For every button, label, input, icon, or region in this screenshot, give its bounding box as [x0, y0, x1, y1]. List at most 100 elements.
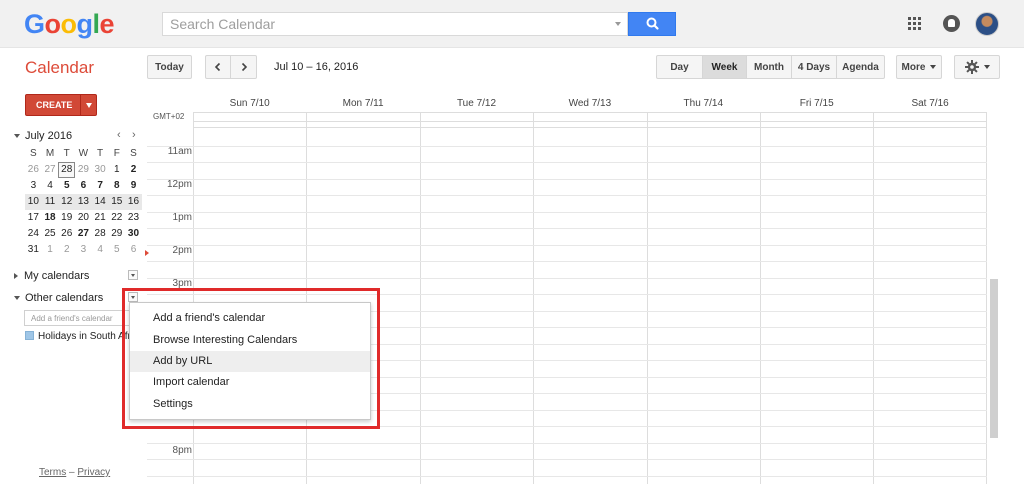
mini-day-cell[interactable]: 24 [25, 226, 42, 242]
mini-day-cell[interactable]: 20 [75, 210, 92, 226]
mini-prev-month[interactable]: ‹ [117, 129, 121, 141]
logo-letter: l [92, 9, 101, 39]
mini-day-cell[interactable]: 15 [108, 194, 125, 210]
hour-grid-line [147, 179, 987, 180]
mini-day-cell[interactable]: 2 [125, 162, 142, 178]
mini-next-month[interactable]: › [132, 129, 136, 141]
mini-day-cell[interactable]: 25 [42, 226, 59, 242]
collapse-triangle-icon [14, 134, 20, 139]
mini-day-cell[interactable]: 6 [125, 242, 142, 258]
day-header[interactable]: Tue 7/12 [420, 98, 533, 109]
mini-week-row: 17 18 19 20 21 22 23 [25, 210, 142, 226]
mini-day-cell[interactable]: 26 [58, 226, 75, 242]
friend-calendar-input[interactable] [25, 311, 133, 325]
view-4days-button[interactable]: 4 Days [792, 56, 837, 78]
apps-grid-icon[interactable] [908, 17, 922, 31]
mini-day-cell[interactable]: 21 [92, 210, 109, 226]
mini-day-cell[interactable]: 1 [108, 162, 125, 178]
mini-day-cell[interactable]: 29 [75, 162, 92, 178]
mini-day-cell[interactable]: 1 [42, 242, 59, 258]
terms-link[interactable]: Terms [39, 467, 66, 478]
mini-day-cell[interactable]: 2 [58, 242, 75, 258]
day-header[interactable]: Fri 7/15 [760, 98, 873, 109]
view-month-button[interactable]: Month [747, 56, 792, 78]
mini-calendar-grid: S M T W T F S 26 27 28 29 30 1 2 3 4 5 6 7 8 9 10 11 12 13 14 15 16… [25, 146, 142, 258]
day-header[interactable]: Thu 7/14 [647, 98, 760, 109]
mini-day-cell[interactable]: 11 [42, 194, 59, 210]
mini-day-cell[interactable]: 4 [92, 242, 109, 258]
mini-weekday-label: W [78, 148, 89, 159]
google-logo[interactable]: Google [24, 9, 115, 40]
privacy-link[interactable]: Privacy [77, 467, 110, 478]
create-dropdown-icon[interactable] [86, 103, 92, 108]
mini-day-cell[interactable]: 13 [75, 194, 92, 210]
my-calendars-toggle[interactable]: My calendars [14, 270, 89, 282]
mini-day-cell[interactable]: 10 [25, 194, 42, 210]
mini-day-cell[interactable]: 8 [108, 178, 125, 194]
next-week-button[interactable] [231, 55, 257, 79]
view-day-button[interactable]: Day [657, 56, 703, 78]
view-week-button[interactable]: Week [703, 56, 747, 78]
chevron-down-icon [983, 65, 990, 69]
mini-day-cell[interactable]: 6 [75, 178, 92, 194]
mini-week-row: 26 27 28 29 30 1 2 [25, 162, 142, 178]
mini-day-cell[interactable]: 16 [125, 194, 142, 210]
logo-letter: o [60, 9, 78, 39]
mini-day-cell[interactable]: 28 [92, 226, 109, 242]
mini-day-cell[interactable]: 9 [125, 178, 142, 194]
hour-grid-line [147, 459, 987, 460]
mini-day-cell[interactable]: 30 [125, 226, 142, 242]
mini-day-cell[interactable]: 5 [108, 242, 125, 258]
mini-day-cell[interactable]: 3 [25, 178, 42, 194]
mini-calendar-header[interactable]: July 2016 [14, 130, 72, 142]
more-button[interactable]: More [896, 55, 942, 79]
mini-day-cell[interactable]: 18 [42, 210, 59, 226]
mini-day-cell[interactable]: 29 [108, 226, 125, 242]
mini-day-cell[interactable]: 26 [25, 162, 42, 178]
mini-day-cell[interactable]: 22 [108, 210, 125, 226]
holiday-calendar-item[interactable]: Holidays in South Africa [25, 331, 130, 342]
prev-week-button[interactable] [205, 55, 231, 79]
user-avatar[interactable] [975, 12, 999, 36]
create-divider [80, 95, 81, 115]
mini-day-cell[interactable]: 12 [58, 194, 75, 210]
hour-grid-line [147, 278, 987, 279]
app-title: Calendar [25, 58, 94, 77]
create-button[interactable]: CREATE [25, 94, 97, 116]
mini-day-cell[interactable]: 19 [58, 210, 75, 226]
mini-day-cell[interactable]: 4 [42, 178, 59, 194]
mini-day-cell[interactable]: 30 [92, 162, 109, 178]
mini-day-cell[interactable]: 5 [58, 178, 75, 194]
view-agenda-button[interactable]: Agenda [837, 56, 884, 78]
mini-day-cell[interactable]: 31 [25, 242, 42, 258]
mini-day-cell[interactable]: 28 [58, 162, 76, 178]
mini-week-row: 3456789 [25, 178, 142, 194]
day-header[interactable]: Mon 7/11 [306, 98, 419, 109]
notifications-icon[interactable] [943, 15, 960, 32]
mini-day-cell[interactable]: 23 [125, 210, 142, 226]
footer-links: Terms – Privacy [39, 467, 111, 478]
friend-calendar-field[interactable] [24, 310, 134, 326]
other-calendars-toggle[interactable]: Other calendars [14, 292, 103, 304]
search-options-caret-icon[interactable] [615, 22, 621, 26]
mini-day-cell[interactable]: 27 [42, 162, 59, 178]
mini-day-cell[interactable]: 17 [25, 210, 42, 226]
my-calendars-menu-icon[interactable] [128, 270, 138, 280]
mini-weekday-label: S [130, 148, 137, 159]
search-button[interactable] [628, 12, 676, 36]
grid-scrollbar[interactable] [990, 279, 998, 438]
mini-day-cell[interactable]: 27 [75, 226, 92, 242]
view-switcher: Day Week Month 4 Days Agenda [656, 55, 885, 79]
mini-day-cell[interactable]: 3 [75, 242, 92, 258]
day-header[interactable]: Sat 7/16 [873, 98, 986, 109]
day-header[interactable]: Sun 7/10 [193, 98, 306, 109]
today-button[interactable]: Today [147, 55, 192, 79]
search-input[interactable] [163, 13, 603, 35]
mini-day-cell[interactable]: 7 [92, 178, 109, 194]
mini-weekday-label: M [45, 148, 55, 159]
all-day-row[interactable] [193, 112, 987, 122]
search-box[interactable] [162, 12, 628, 36]
mini-day-cell[interactable]: 14 [92, 194, 109, 210]
settings-button[interactable] [954, 55, 1000, 79]
day-header[interactable]: Wed 7/13 [533, 98, 646, 109]
